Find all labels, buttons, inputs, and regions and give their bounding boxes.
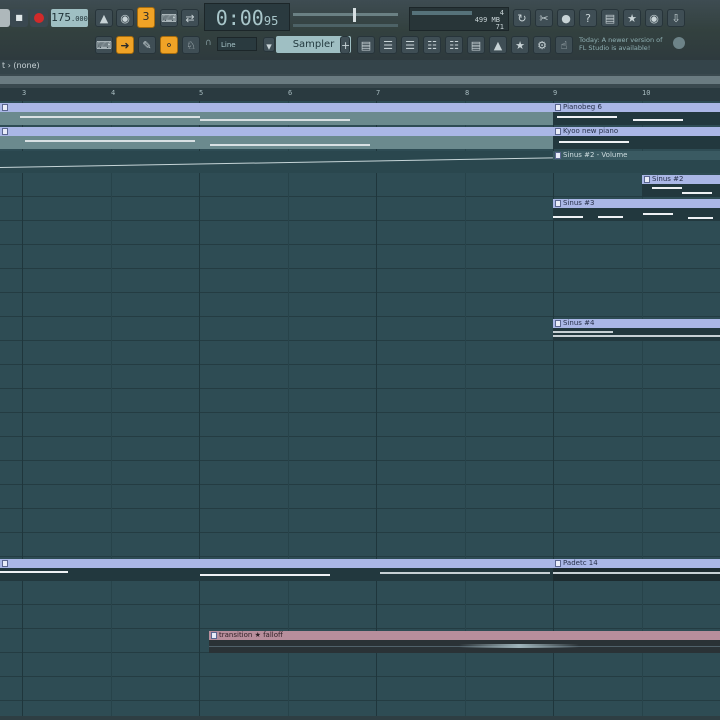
stamp-icon[interactable]: ♘ xyxy=(182,36,200,54)
ruler-bar-6: 6 xyxy=(288,89,293,97)
ruler-bar-10: 10 xyxy=(642,89,651,97)
snap-select[interactable]: Line xyxy=(217,37,257,51)
cpu-top-value: 4 xyxy=(499,9,504,17)
clip-label: Padetc 14 xyxy=(553,559,720,568)
time-sub: 95 xyxy=(263,14,279,28)
cpu-monitor[interactable]: 4 499 MB 71 xyxy=(409,7,509,31)
file-icon[interactable]: ▤ xyxy=(467,36,485,54)
clip-sinus4[interactable]: Sinus #4 xyxy=(553,319,720,341)
clip-label: Sinus #2 xyxy=(642,175,720,184)
keyboard-icon[interactable]: ⌨ xyxy=(95,36,113,54)
touch-icon[interactable]: ☝ xyxy=(555,36,573,54)
performance-icon[interactable]: ★ xyxy=(511,36,529,54)
pattern-menu-icon[interactable]: ▾ xyxy=(263,37,275,53)
clip-pad-left[interactable] xyxy=(0,559,553,581)
metronome-icon[interactable]: ▲ xyxy=(95,9,113,27)
help-icon[interactable]: ? xyxy=(579,9,597,27)
fl-logo-icon[interactable] xyxy=(673,37,685,49)
main-toolbar: ■ 175.000 ▲ ◉ 3 ⌨ ⇄ 0:0095 4 499 MB 71 ↻… xyxy=(0,0,720,61)
clip-sinus3[interactable]: Sinus #3 xyxy=(553,199,720,221)
tempo-display[interactable]: 175.000 xyxy=(51,9,88,27)
hint-line-1: Today: A newer version of xyxy=(579,36,663,44)
time-display[interactable]: 0:0095 xyxy=(204,3,290,31)
ruler-bar-7: 7 xyxy=(376,89,381,97)
hint-line-2: FL Studio is available! xyxy=(579,44,651,52)
clip-label: transition ★ falloff xyxy=(209,631,720,640)
ruler-bar-9: 9 xyxy=(553,89,558,97)
time-main: 0:00 xyxy=(215,6,264,30)
tempo-decimal: .000 xyxy=(71,15,88,23)
horizontal-scrollbar[interactable] xyxy=(0,76,720,84)
blend-notes-icon[interactable]: ⇄ xyxy=(181,9,199,27)
clip-track1-left[interactable] xyxy=(0,103,553,125)
clip-label: Sinus #2 - Volume xyxy=(553,151,720,160)
channel-rack-icon[interactable]: ☷ xyxy=(423,36,441,54)
clip-kyoo-piano[interactable]: Kyoo new piano xyxy=(553,127,720,149)
record-button[interactable] xyxy=(30,9,48,27)
tempo-value: 175 xyxy=(51,11,71,24)
status-bar xyxy=(0,716,720,720)
hint-panel: Today: A newer version of FL Studio is a… xyxy=(575,33,687,57)
piano-roll-icon[interactable]: ☰ xyxy=(379,36,397,54)
typing-keyboard-icon[interactable]: ⌨ xyxy=(160,9,178,27)
plugin-icon[interactable]: ★ xyxy=(623,9,641,27)
add-pattern-button[interactable]: + xyxy=(340,36,350,54)
clip-pianobeg[interactable]: Pianobeg 6 xyxy=(553,103,720,125)
pencil-icon[interactable]: ✎ xyxy=(138,36,156,54)
arrow-tool-icon[interactable]: ➜ xyxy=(116,36,134,54)
playlist-header: t › (none) xyxy=(0,60,720,75)
wait-input-icon[interactable]: ◉ xyxy=(116,9,134,27)
clip-label: Sinus #4 xyxy=(553,319,720,328)
chat-icon[interactable]: ◉ xyxy=(645,9,663,27)
countdown-icon[interactable]: 3 xyxy=(137,7,155,28)
playlist-title: t › (none) xyxy=(2,61,40,70)
ruler-bar-4: 4 xyxy=(111,89,116,97)
master-volume-slider[interactable] xyxy=(293,7,403,31)
microphone-icon[interactable]: ● xyxy=(557,9,575,27)
clip-padetc[interactable]: Padetc 14 xyxy=(553,559,720,581)
save-icon[interactable]: ▤ xyxy=(601,9,619,27)
refresh-icon[interactable]: ↻ xyxy=(513,9,531,27)
clip-automation-left[interactable] xyxy=(0,151,553,173)
ruler-bar-3: 3 xyxy=(22,89,27,97)
cut-icon[interactable]: ✂ xyxy=(535,9,553,27)
settings-icon[interactable]: ⚙ xyxy=(533,36,551,54)
browser-icon[interactable]: ☷ xyxy=(445,36,463,54)
plugin-database-icon[interactable]: ▲ xyxy=(489,36,507,54)
clip-sinus2[interactable]: Sinus #2 xyxy=(642,175,720,197)
mixer-icon[interactable]: ☰ xyxy=(401,36,419,54)
time-ruler[interactable]: 3 4 5 6 7 8 9 10 xyxy=(0,88,720,102)
ruler-bar-5: 5 xyxy=(199,89,204,97)
clip-sinus2-volume[interactable]: Sinus #2 - Volume xyxy=(553,151,720,173)
polyphony-value: 71 xyxy=(495,23,504,31)
ruler-bar-8: 8 xyxy=(465,89,470,97)
stop-button[interactable]: ■ xyxy=(10,9,28,27)
clip-track2-left[interactable] xyxy=(0,127,553,149)
magnet-icon[interactable]: ∩ xyxy=(205,38,213,50)
playlist-icon[interactable]: ▤ xyxy=(357,36,375,54)
link-icon[interactable]: ⚬ xyxy=(160,36,178,54)
download-icon[interactable]: ⇩ xyxy=(667,9,685,27)
clip-label: Sinus #3 xyxy=(553,199,720,208)
clip-label: Kyoo new piano xyxy=(553,127,720,136)
play-button[interactable] xyxy=(0,9,10,27)
clip-label: Pianobeg 6 xyxy=(553,103,720,112)
playlist-grid[interactable]: Pianobeg 6 Kyoo new piano Sinus #2 - Vol… xyxy=(0,101,720,716)
clip-transition-audio[interactable]: transition ★ falloff xyxy=(209,631,720,653)
